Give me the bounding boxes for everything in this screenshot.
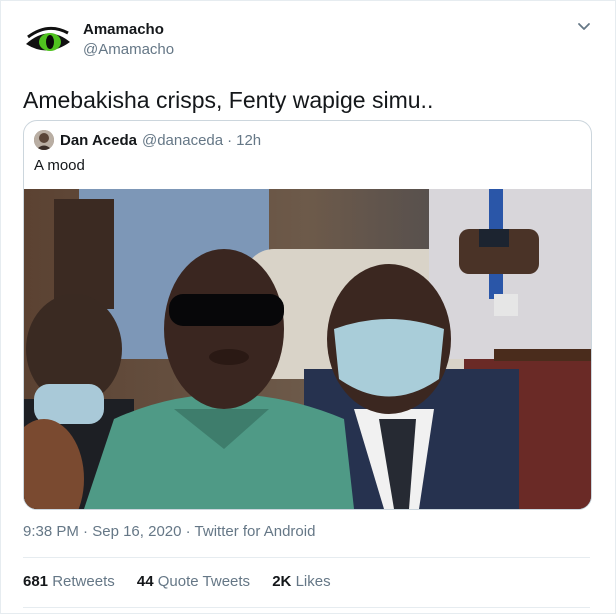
quoted-avatar[interactable] [34, 130, 54, 150]
tweet-date[interactable]: Sep 16, 2020 [92, 523, 181, 540]
author-avatar[interactable] [23, 18, 73, 68]
author-name[interactable]: Amamacho [83, 20, 174, 40]
quote-tweets-count: 44 [136, 573, 154, 590]
author-block[interactable]: Amamacho @Amamacho [83, 20, 174, 60]
quoted-tweet[interactable]: Dan Aceda @danaceda · 12h A mood [23, 120, 592, 510]
divider [23, 607, 590, 608]
tweet-text: Amebakisha crisps, Fenty wapige simu.. [23, 87, 434, 113]
retweets-link[interactable]: 681 Retweets [23, 573, 115, 590]
separator-dot: · [227, 131, 233, 149]
quoted-photo[interactable] [24, 189, 591, 509]
retweets-label: Retweets [52, 573, 115, 590]
quoted-time[interactable]: 12h [236, 132, 261, 149]
quote-tweets-link[interactable]: 44 Quote Tweets [137, 573, 250, 590]
retweets-count: 681 [23, 573, 49, 590]
quote-tweets-label: Quote Tweets [157, 573, 251, 590]
separator-dot: · [83, 523, 89, 540]
tweet-meta: 9:38 PM · Sep 16, 2020 · Twitter for And… [23, 523, 315, 540]
chevron-down-icon[interactable] [573, 15, 595, 37]
tweet-card: Amamacho @Amamacho Amebakisha crisps, Fe… [0, 0, 616, 614]
likes-count: 2K [272, 573, 292, 590]
divider [23, 557, 590, 558]
author-handle[interactable]: @Amamacho [83, 40, 174, 60]
tweet-time[interactable]: 9:38 PM [23, 523, 79, 540]
quoted-author-name[interactable]: Dan Aceda [60, 132, 137, 149]
likes-label: Likes [295, 573, 331, 590]
likes-link[interactable]: 2K Likes [272, 573, 330, 590]
separator-dot: · [185, 523, 191, 540]
tweet-source[interactable]: Twitter for Android [195, 523, 316, 540]
quoted-header: Dan Aceda @danaceda · 12h [34, 130, 261, 150]
engagement-stats: 681 Retweets 44 Quote Tweets 2K Likes [23, 573, 349, 590]
quoted-text: A mood [34, 157, 85, 174]
quoted-author-handle[interactable]: @danaceda [142, 132, 223, 149]
